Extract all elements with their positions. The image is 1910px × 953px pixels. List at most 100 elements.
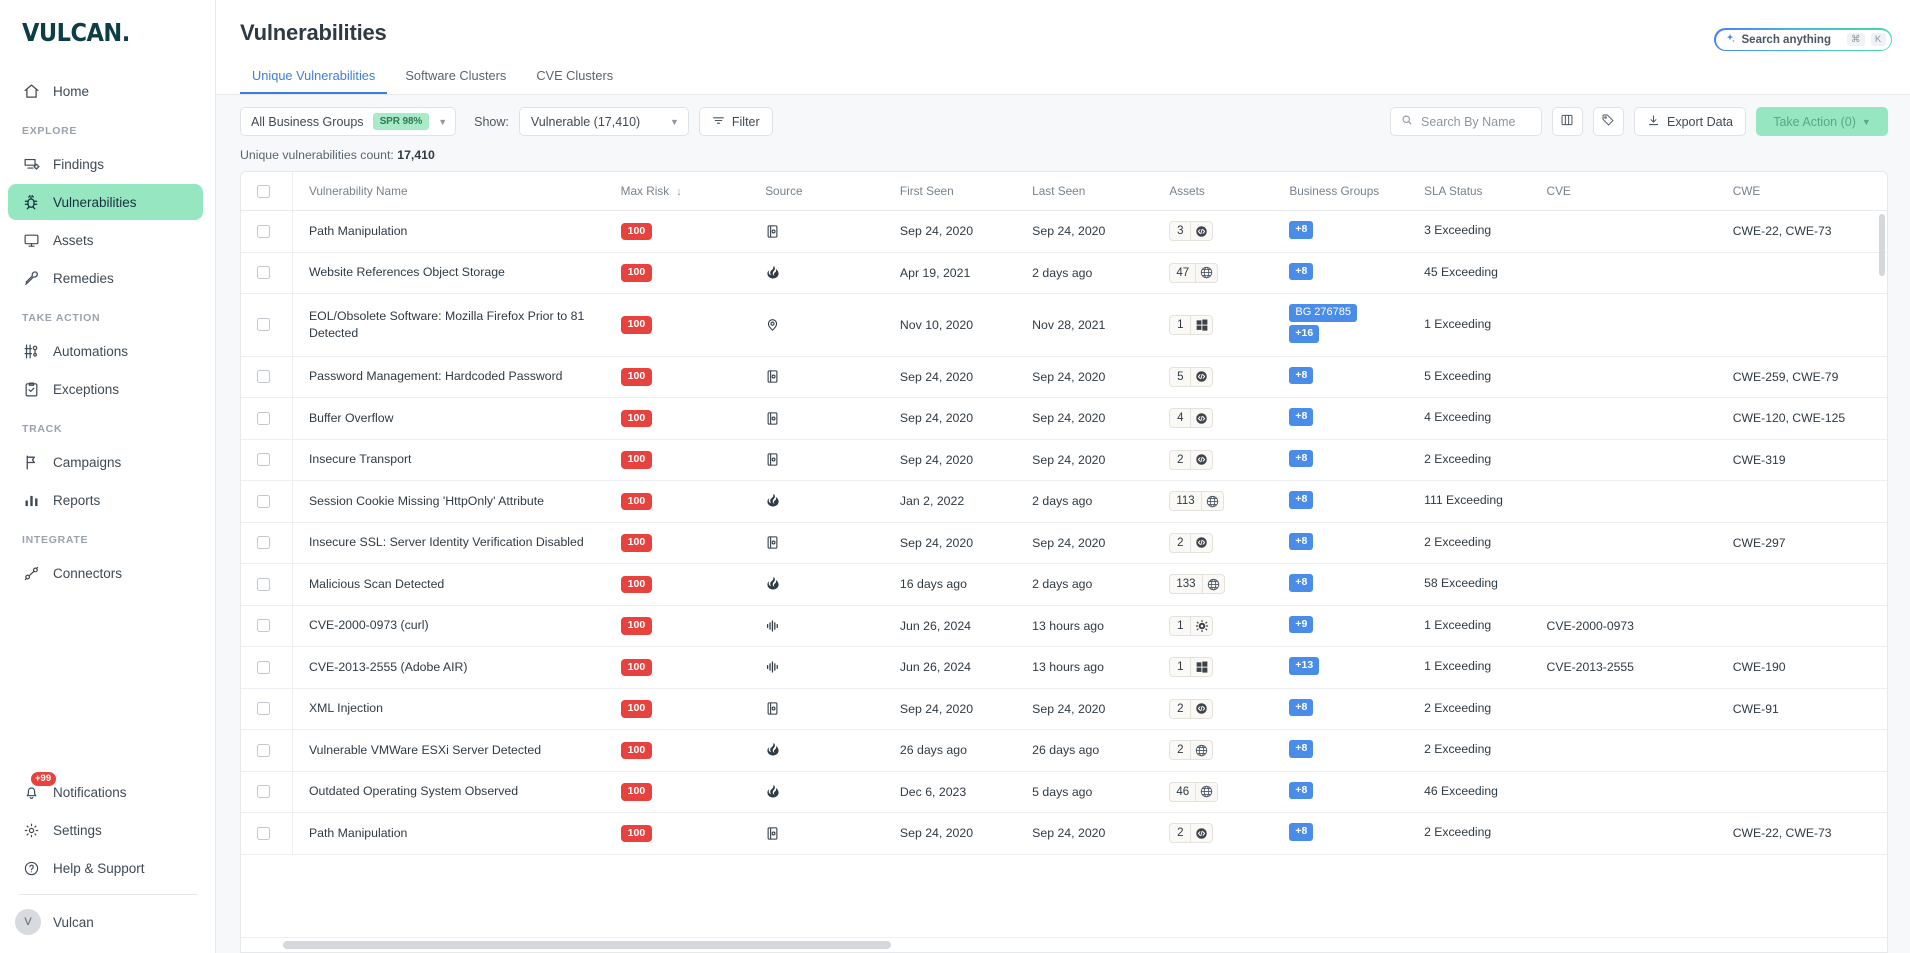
table-row[interactable]: Password Management: Hardcoded Password 1… bbox=[241, 356, 1887, 398]
sidebar-user[interactable]: V Vulcan bbox=[0, 903, 215, 941]
sidebar-item-help[interactable]: Help & Support bbox=[8, 850, 203, 886]
table-row[interactable]: Malicious Scan Detected 100 16 days ago 2 d… bbox=[241, 563, 1887, 606]
assets-chip[interactable]: 3 bbox=[1169, 221, 1214, 242]
cell-vulnerability-name[interactable]: CVE-2000-0973 (curl) bbox=[292, 605, 621, 647]
assets-chip[interactable]: 4 bbox=[1169, 408, 1214, 429]
col-cwe[interactable]: CWE bbox=[1732, 172, 1887, 211]
cell-vulnerability-name[interactable]: Path Manipulation bbox=[292, 210, 621, 253]
row-checkbox[interactable] bbox=[257, 266, 270, 280]
row-checkbox[interactable] bbox=[257, 453, 270, 467]
global-search-box[interactable]: Search anything ⌘ K bbox=[1714, 28, 1892, 51]
row-checkbox[interactable] bbox=[257, 494, 270, 508]
cell-vulnerability-name[interactable]: XML Injection bbox=[292, 688, 621, 730]
table-row[interactable]: Insecure Transport 100 Sep 24, 2020 Sep 24,… bbox=[241, 439, 1887, 481]
cell-vulnerability-name[interactable]: Outdated Operating System Observed bbox=[292, 771, 621, 813]
col-business-groups[interactable]: Business Groups bbox=[1289, 172, 1425, 211]
table-row[interactable]: Path Manipulation 100 Sep 24, 2020 Sep 24, … bbox=[241, 210, 1887, 253]
row-checkbox[interactable] bbox=[257, 370, 270, 384]
business-group-pill[interactable]: +8 bbox=[1289, 781, 1314, 799]
table-row[interactable]: Path Manipulation 100 Sep 24, 2020 Sep 24, … bbox=[241, 812, 1887, 855]
row-checkbox[interactable] bbox=[257, 660, 270, 674]
sidebar-item-remedies[interactable]: Remedies bbox=[8, 260, 203, 296]
business-group-pill[interactable]: +8 bbox=[1289, 491, 1314, 509]
tab-unique-vulnerabilities[interactable]: Unique Vulnerabilities bbox=[240, 60, 388, 94]
select-all-checkbox[interactable] bbox=[257, 184, 270, 198]
business-group-pill[interactable]: +8 bbox=[1289, 408, 1314, 426]
assets-chip[interactable]: 2 bbox=[1169, 740, 1214, 761]
row-checkbox[interactable] bbox=[257, 536, 270, 550]
cell-vulnerability-name[interactable]: Insecure SSL: Server Identity Verificati… bbox=[292, 522, 621, 564]
sidebar-item-connectors[interactable]: Connectors bbox=[8, 555, 203, 591]
assets-chip[interactable]: 133 bbox=[1169, 574, 1225, 595]
assets-chip[interactable]: 46 bbox=[1169, 781, 1219, 802]
business-group-pill[interactable]: +8 bbox=[1289, 366, 1314, 384]
cell-vulnerability-name[interactable]: Malicious Scan Detected bbox=[292, 563, 621, 606]
table-row[interactable]: Insecure SSL: Server Identity Verificati… bbox=[241, 522, 1887, 564]
assets-chip[interactable]: 2 bbox=[1169, 532, 1214, 553]
horizontal-scrollbar-thumb[interactable] bbox=[283, 941, 891, 949]
row-checkbox[interactable] bbox=[257, 577, 270, 591]
business-group-pill[interactable]: +8 bbox=[1289, 449, 1314, 467]
business-group-pill[interactable]: +8 bbox=[1289, 740, 1314, 758]
search-by-name-input[interactable]: Search By Name bbox=[1389, 107, 1542, 136]
table-row[interactable]: CVE-2000-0973 (curl) 100 Jun 26, 2024 13 ho… bbox=[241, 605, 1887, 647]
sidebar-item-home[interactable]: Home bbox=[8, 73, 203, 109]
row-checkbox[interactable] bbox=[257, 411, 270, 425]
export-data-button[interactable]: Export Data bbox=[1633, 107, 1746, 136]
assets-chip[interactable]: 2 bbox=[1169, 449, 1214, 470]
sidebar-item-campaigns[interactable]: Campaigns bbox=[8, 444, 203, 480]
cell-vulnerability-name[interactable]: CVE-2013-2555 (Adobe AIR) bbox=[292, 646, 621, 689]
row-checkbox[interactable] bbox=[257, 743, 270, 757]
cell-vulnerability-name[interactable]: Path Manipulation bbox=[292, 812, 621, 855]
tab-software-clusters[interactable]: Software Clusters bbox=[393, 60, 518, 94]
business-group-pill[interactable]: +8 bbox=[1289, 532, 1314, 550]
assets-chip[interactable]: 1 bbox=[1169, 657, 1214, 678]
cell-vulnerability-name[interactable]: Session Cookie Missing 'HttpOnly' Attrib… bbox=[292, 480, 621, 523]
filter-button[interactable]: Filter bbox=[698, 107, 773, 136]
assets-chip[interactable]: 2 bbox=[1169, 698, 1214, 719]
sidebar-item-exceptions[interactable]: Exceptions bbox=[8, 371, 203, 407]
sidebar-item-vulnerabilities[interactable]: Vulnerabilities bbox=[8, 184, 203, 220]
business-group-select[interactable]: All Business Groups SPR 98% ▼ bbox=[240, 107, 457, 136]
assets-chip[interactable]: 1 bbox=[1169, 615, 1214, 636]
cell-vulnerability-name[interactable]: Website References Object Storage bbox=[292, 252, 621, 294]
cell-vulnerability-name[interactable]: Insecure Transport bbox=[292, 439, 621, 481]
sidebar-item-automations[interactable]: Automations bbox=[8, 333, 203, 369]
table-row[interactable]: Session Cookie Missing 'HttpOnly' Attrib… bbox=[241, 480, 1887, 523]
col-sla-status[interactable]: SLA Status bbox=[1424, 172, 1547, 211]
table-row[interactable]: EOL/Obsolete Software: Mozilla Firefox P… bbox=[241, 293, 1887, 357]
table-row[interactable]: Buffer Overflow 100 Sep 24, 2020 Sep 24, 20… bbox=[241, 397, 1887, 440]
cell-vulnerability-name[interactable]: EOL/Obsolete Software: Mozilla Firefox P… bbox=[292, 293, 621, 357]
row-checkbox[interactable] bbox=[257, 785, 270, 799]
row-checkbox[interactable] bbox=[257, 702, 270, 716]
tag-button[interactable] bbox=[1592, 107, 1624, 136]
assets-chip[interactable]: 1 bbox=[1169, 314, 1214, 335]
business-group-pill[interactable]: +8 bbox=[1289, 698, 1314, 716]
col-assets[interactable]: Assets bbox=[1169, 172, 1290, 211]
assets-chip[interactable]: 113 bbox=[1169, 491, 1224, 512]
sidebar-item-notifications[interactable]: +99 Notifications bbox=[8, 771, 203, 810]
row-checkbox[interactable] bbox=[257, 318, 270, 332]
row-checkbox[interactable] bbox=[257, 224, 270, 238]
sidebar-item-findings[interactable]: Findings bbox=[8, 146, 203, 182]
assets-chip[interactable]: 2 bbox=[1169, 823, 1214, 844]
table-row[interactable]: Outdated Operating System Observed 100 Dec… bbox=[241, 771, 1887, 813]
col-first-seen[interactable]: First Seen bbox=[899, 172, 1033, 211]
columns-button[interactable] bbox=[1551, 107, 1583, 136]
show-select[interactable]: Vulnerable (17,410) ▼ bbox=[518, 107, 689, 136]
business-group-pill[interactable]: +16 bbox=[1289, 325, 1320, 343]
col-vulnerability-name[interactable]: Vulnerability Name bbox=[292, 172, 621, 211]
sidebar-item-settings[interactable]: Settings bbox=[8, 812, 203, 848]
horizontal-scrollbar[interactable] bbox=[241, 937, 1887, 952]
sidebar-item-reports[interactable]: Reports bbox=[8, 482, 203, 518]
business-group-pill[interactable]: +13 bbox=[1289, 657, 1320, 675]
col-source[interactable]: Source bbox=[765, 172, 900, 211]
cell-vulnerability-name[interactable]: Password Management: Hardcoded Password bbox=[292, 356, 621, 398]
brand-logo[interactable]: VULCAN. bbox=[0, 0, 215, 57]
col-cve[interactable]: CVE bbox=[1546, 172, 1733, 211]
business-group-pill[interactable]: BG 276785 bbox=[1289, 304, 1358, 322]
cell-vulnerability-name[interactable]: Buffer Overflow bbox=[292, 397, 621, 440]
business-group-pill[interactable]: +9 bbox=[1289, 615, 1314, 633]
col-max-risk[interactable]: Max Risk ↓ bbox=[620, 172, 766, 211]
take-action-button[interactable]: Take Action (0) ▼ bbox=[1756, 107, 1888, 136]
